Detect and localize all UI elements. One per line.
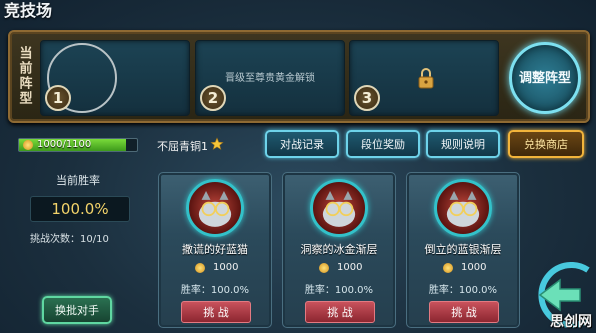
opponent-name: 撒谎的好蓝猫 xyxy=(182,243,248,256)
cat-avatar-icon xyxy=(446,190,480,227)
avatar xyxy=(310,179,368,237)
coin-icon xyxy=(23,140,33,150)
coin-icon xyxy=(443,263,453,273)
slot-number: 2 xyxy=(200,85,226,111)
adjust-lineup-label: 调整阵型 xyxy=(509,42,581,114)
winrate-value: 100.0% xyxy=(30,196,130,222)
opponent-card: 倒立的蓝银渐层 1000 胜率：100.0% 挑 战 xyxy=(406,172,520,328)
adjust-lineup-button[interactable]: 调整阵型 xyxy=(506,38,584,118)
battle-history-button[interactable]: 对战记录 xyxy=(265,130,339,158)
slot-number: 1 xyxy=(45,85,71,111)
stats-panel: 当前胜率 100.0% 挑战次数：10/10 换批对手 xyxy=(8,168,148,333)
exchange-shop-button[interactable]: 兑换商店 xyxy=(508,130,584,158)
cat-avatar-icon xyxy=(198,190,232,227)
lineup-slot-3[interactable]: 3 xyxy=(349,40,499,116)
opponent-winrate: 胜率：100.0% xyxy=(180,285,250,296)
watermark: 思创网 xyxy=(550,314,592,330)
cat-avatar-icon xyxy=(322,190,356,227)
coin-icon xyxy=(195,263,205,273)
progress-text: 1000/1100 xyxy=(37,139,92,150)
opponent-card: 洞察的冰金渐层 1000 胜率：100.0% 挑 战 xyxy=(282,172,396,328)
opponent-name: 洞察的冰金渐层 xyxy=(300,243,378,256)
opponent-winrate: 胜率：100.0% xyxy=(428,285,498,296)
lineup-slot-2[interactable]: 晋级至尊贵黄金解锁 2 xyxy=(195,40,345,116)
points-progress-bar: 1000/1100 xyxy=(18,138,138,152)
opponent-name: 倒立的蓝银渐层 xyxy=(424,243,502,256)
page-title: 竞技场 xyxy=(4,1,53,20)
swap-opponents-button[interactable]: 换批对手 xyxy=(42,296,112,324)
lineup-slot-1[interactable]: 1 xyxy=(40,40,190,116)
rank-label: 不屈青铜1 xyxy=(157,140,208,153)
lineup-label: 当前阵型 xyxy=(16,46,32,106)
opponent-card: 撒谎的好蓝猫 1000 胜率：100.0% 挑 战 xyxy=(158,172,272,328)
winrate-label: 当前胜率 xyxy=(56,174,100,187)
opponent-winrate: 胜率：100.0% xyxy=(304,285,374,296)
rules-button[interactable]: 规则说明 xyxy=(426,130,500,158)
star-icon xyxy=(210,137,224,150)
coin-icon xyxy=(319,263,329,273)
challenge-count: 挑战次数：10/10 xyxy=(30,234,109,245)
lock-icon xyxy=(418,68,434,89)
avatar xyxy=(186,179,244,237)
rank-reward-button[interactable]: 段位奖励 xyxy=(346,130,420,158)
coin-amount: 1000 xyxy=(461,262,487,273)
challenge-button[interactable]: 挑 战 xyxy=(305,301,375,323)
challenge-button[interactable]: 挑 战 xyxy=(181,301,251,323)
coin-amount: 1000 xyxy=(337,262,363,273)
slot-unlock-text: 晋级至尊贵黄金解锁 xyxy=(225,73,315,84)
slot-number: 3 xyxy=(354,85,380,111)
coin-amount: 1000 xyxy=(213,262,239,273)
avatar xyxy=(434,179,492,237)
challenge-button[interactable]: 挑 战 xyxy=(429,301,499,323)
